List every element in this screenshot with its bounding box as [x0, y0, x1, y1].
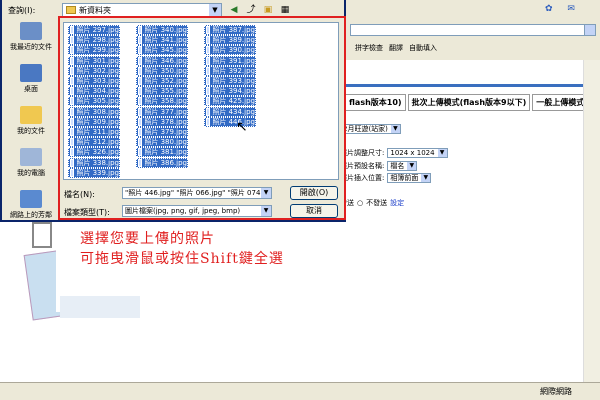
settings-link[interactable]: 設定	[390, 198, 404, 208]
place-recent[interactable]: 我最近的文件	[6, 22, 56, 52]
open-file-dialog: 查詢(I): 新資料夾 ▼ ◀ ⤴ ▣ ▦ 我最近的文件 桌面 我的文件 我的電…	[0, 0, 346, 222]
up-folder-icon[interactable]: ⤴	[245, 4, 257, 16]
network-icon	[20, 190, 42, 208]
chevron-down-icon: ▼	[390, 125, 400, 133]
resize-field: 照片調整尺寸: 1024 x 1024 ▼	[340, 148, 448, 158]
lookin-value: 新資料夾	[79, 5, 111, 15]
back-icon[interactable]: ◀	[228, 4, 240, 16]
chevron-down-icon: ▼	[421, 174, 431, 182]
place-documents-label: 我的文件	[17, 127, 45, 135]
new-folder-icon[interactable]: ▣	[262, 4, 274, 16]
lookin-select[interactable]: 新資料夾 ▼	[62, 3, 222, 17]
upload-mode-tabs: flash版本10) 批次上傳模式(flash版本9以下) 一般上傳模式	[345, 94, 589, 111]
tab-batch-upload[interactable]: 批次上傳模式(flash版本9以下)	[407, 94, 531, 111]
page-scrollbar[interactable]	[583, 60, 600, 382]
chevron-down-icon: ▼	[407, 162, 417, 170]
status-zone: 網際網路	[540, 387, 572, 396]
browser-google-toolbar: 拼字檢查 翻譯 自動填入	[345, 40, 600, 56]
view-menu-icon[interactable]: ▦	[279, 4, 291, 16]
place-documents[interactable]: 我的文件	[6, 106, 56, 136]
toolbar-translate[interactable]: 翻譯	[389, 43, 403, 53]
documents-icon	[20, 106, 42, 124]
desktop-icon	[20, 64, 42, 82]
recent-icon	[20, 22, 42, 40]
naming-field: 照片預設名稱: 檔名 ▼	[340, 161, 418, 171]
dialog-toolbar: ◀ ⤴ ▣ ▦	[228, 4, 291, 16]
lookin-label: 查詢(I):	[8, 6, 36, 15]
tab-normal-upload[interactable]: 一般上傳模式	[532, 94, 589, 111]
insert-value: 相簿前面	[390, 174, 419, 182]
notify-radio-group: 發送 ○ 不發送 設定	[340, 198, 404, 208]
tab-flash10[interactable]: flash版本10)	[345, 94, 406, 111]
toolbar-spellcheck[interactable]: 拼字檢查	[355, 43, 383, 53]
place-recent-label: 我最近的文件	[10, 43, 52, 51]
annotation-line-2: 可拖曳滑鼠或按住Shift鍵全選	[80, 251, 284, 267]
resize-value: 1024 x 1024	[390, 149, 435, 157]
place-desktop-label: 桌面	[24, 85, 38, 93]
toolbar-autofill[interactable]: 自動填入	[409, 43, 437, 53]
chevron-down-icon: ▼	[437, 149, 447, 157]
resize-label: 照片調整尺寸:	[340, 149, 385, 157]
annotation-line-1: 選擇您要上傳的照片	[80, 231, 215, 247]
browser-top-icons[interactable]: ✿ ✉	[545, 4, 581, 14]
chevron-down-icon: ▼	[209, 4, 221, 16]
places-bar: 我最近的文件 桌面 我的文件 我的電腦 網路上的芳鄰	[6, 22, 56, 232]
place-computer[interactable]: 我的電腦	[6, 148, 56, 178]
address-bar[interactable]	[350, 24, 585, 36]
album-select[interactable]: 2月旺遊(站家) ▼	[340, 124, 401, 134]
folder-icon	[66, 6, 76, 14]
address-dropdown-icon[interactable]	[584, 24, 596, 36]
insert-field: 照片插入位置: 相簿前面 ▼	[340, 173, 432, 183]
naming-select[interactable]: 檔名 ▼	[387, 161, 418, 171]
place-desktop[interactable]: 桌面	[6, 64, 56, 94]
status-bar: 網際網路	[0, 382, 600, 400]
radio-nosend[interactable]: 不發送	[366, 198, 387, 208]
place-network-label: 網路上的芳鄰	[10, 211, 52, 219]
place-network[interactable]: 網路上的芳鄰	[6, 190, 56, 220]
insert-select[interactable]: 相簿前面 ▼	[387, 173, 432, 183]
place-computer-label: 我的電腦	[17, 169, 45, 177]
insert-label: 照片插入位置:	[340, 174, 385, 182]
album-select-value: 2月旺遊(站家)	[343, 125, 388, 133]
radio-icon[interactable]: ○	[357, 199, 363, 207]
naming-label: 照片預設名稱:	[340, 162, 385, 170]
decor-caption	[60, 296, 140, 318]
resize-select[interactable]: 1024 x 1024 ▼	[387, 148, 448, 158]
computer-icon	[20, 148, 42, 166]
naming-value: 檔名	[390, 162, 405, 170]
highlight-box	[58, 16, 346, 220]
page-blue-bar	[345, 84, 583, 87]
